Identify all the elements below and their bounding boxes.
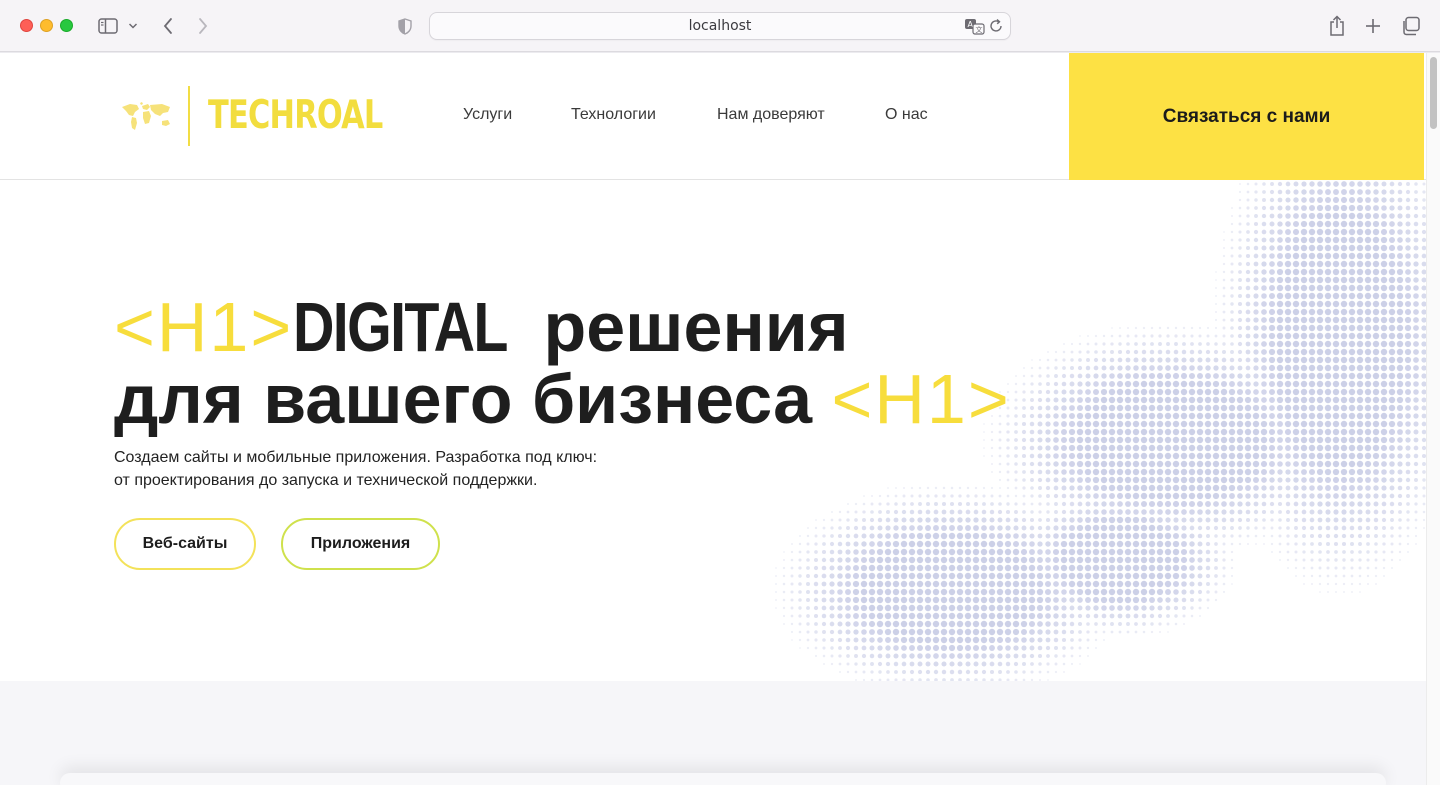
next-section-background <box>0 681 1426 785</box>
hero-title: <H1>DIGITAL решения для вашего бизнеса <… <box>114 291 1014 435</box>
hero-title-rest: решения <box>524 288 849 366</box>
close-window-button[interactable] <box>20 19 33 32</box>
scrollbar-thumb[interactable] <box>1430 57 1437 129</box>
logo-wordmark[interactable]: TECHROAL <box>208 91 383 141</box>
next-section-card <box>60 773 1386 785</box>
sidebar-icon[interactable] <box>96 12 120 40</box>
shield-icon[interactable] <box>394 12 416 40</box>
hero-description: Создаем сайты и мобильные приложения. Ра… <box>114 446 597 492</box>
apps-button[interactable]: Приложения <box>281 518 440 570</box>
page-scrollbar[interactable] <box>1426 53 1440 785</box>
reload-icon[interactable] <box>988 18 1006 36</box>
url-text: localhost <box>688 18 752 34</box>
chevron-left-icon[interactable] <box>158 12 178 40</box>
nav-link-services[interactable]: Услуги <box>463 106 512 124</box>
hero-title-line-2: для вашего бизнеса <H1> <box>114 363 1014 435</box>
share-icon[interactable] <box>1326 12 1348 40</box>
site-header: TECHROAL Услуги Технологии Нам доверяют … <box>0 53 1426 180</box>
browser-toolbar: localhost A文 <box>0 0 1440 52</box>
hero-title-line-1: <H1>DIGITAL решения <box>114 291 1014 363</box>
hero-description-line-2: от проектирования до запуска и техническ… <box>114 472 538 489</box>
hero-description-line-1: Создаем сайты и мобильные приложения. Ра… <box>114 449 598 466</box>
h1-tag-close: <H1> <box>831 360 1011 438</box>
hero-title-line-2-text: для вашего бизнеса <box>114 360 832 438</box>
svg-text:文: 文 <box>976 25 983 34</box>
web-page: TECHROAL Услуги Технологии Нам доверяют … <box>0 53 1426 785</box>
hero-title-digital: DIGITAL <box>293 288 508 366</box>
plus-icon[interactable] <box>1362 12 1384 40</box>
chevron-down-icon[interactable] <box>125 12 141 40</box>
minimize-window-button[interactable] <box>40 19 53 32</box>
nav-link-technologies[interactable]: Технологии <box>571 106 656 124</box>
nav-link-about[interactable]: О нас <box>885 106 928 124</box>
contact-us-button[interactable]: Связаться с нами <box>1069 53 1424 180</box>
tabs-overview-icon[interactable] <box>1400 12 1422 40</box>
logo-divider <box>188 86 190 146</box>
translate-icon[interactable]: A文 <box>964 17 986 37</box>
address-bar[interactable]: localhost A文 <box>429 12 1011 40</box>
nav-link-clients[interactable]: Нам доверяют <box>717 106 825 124</box>
h1-tag-open: <H1> <box>114 288 294 366</box>
chevron-right-icon[interactable] <box>193 12 213 40</box>
websites-button[interactable]: Веб-сайты <box>114 518 256 570</box>
zoom-window-button[interactable] <box>60 19 73 32</box>
world-map-logo-icon[interactable] <box>120 101 174 133</box>
